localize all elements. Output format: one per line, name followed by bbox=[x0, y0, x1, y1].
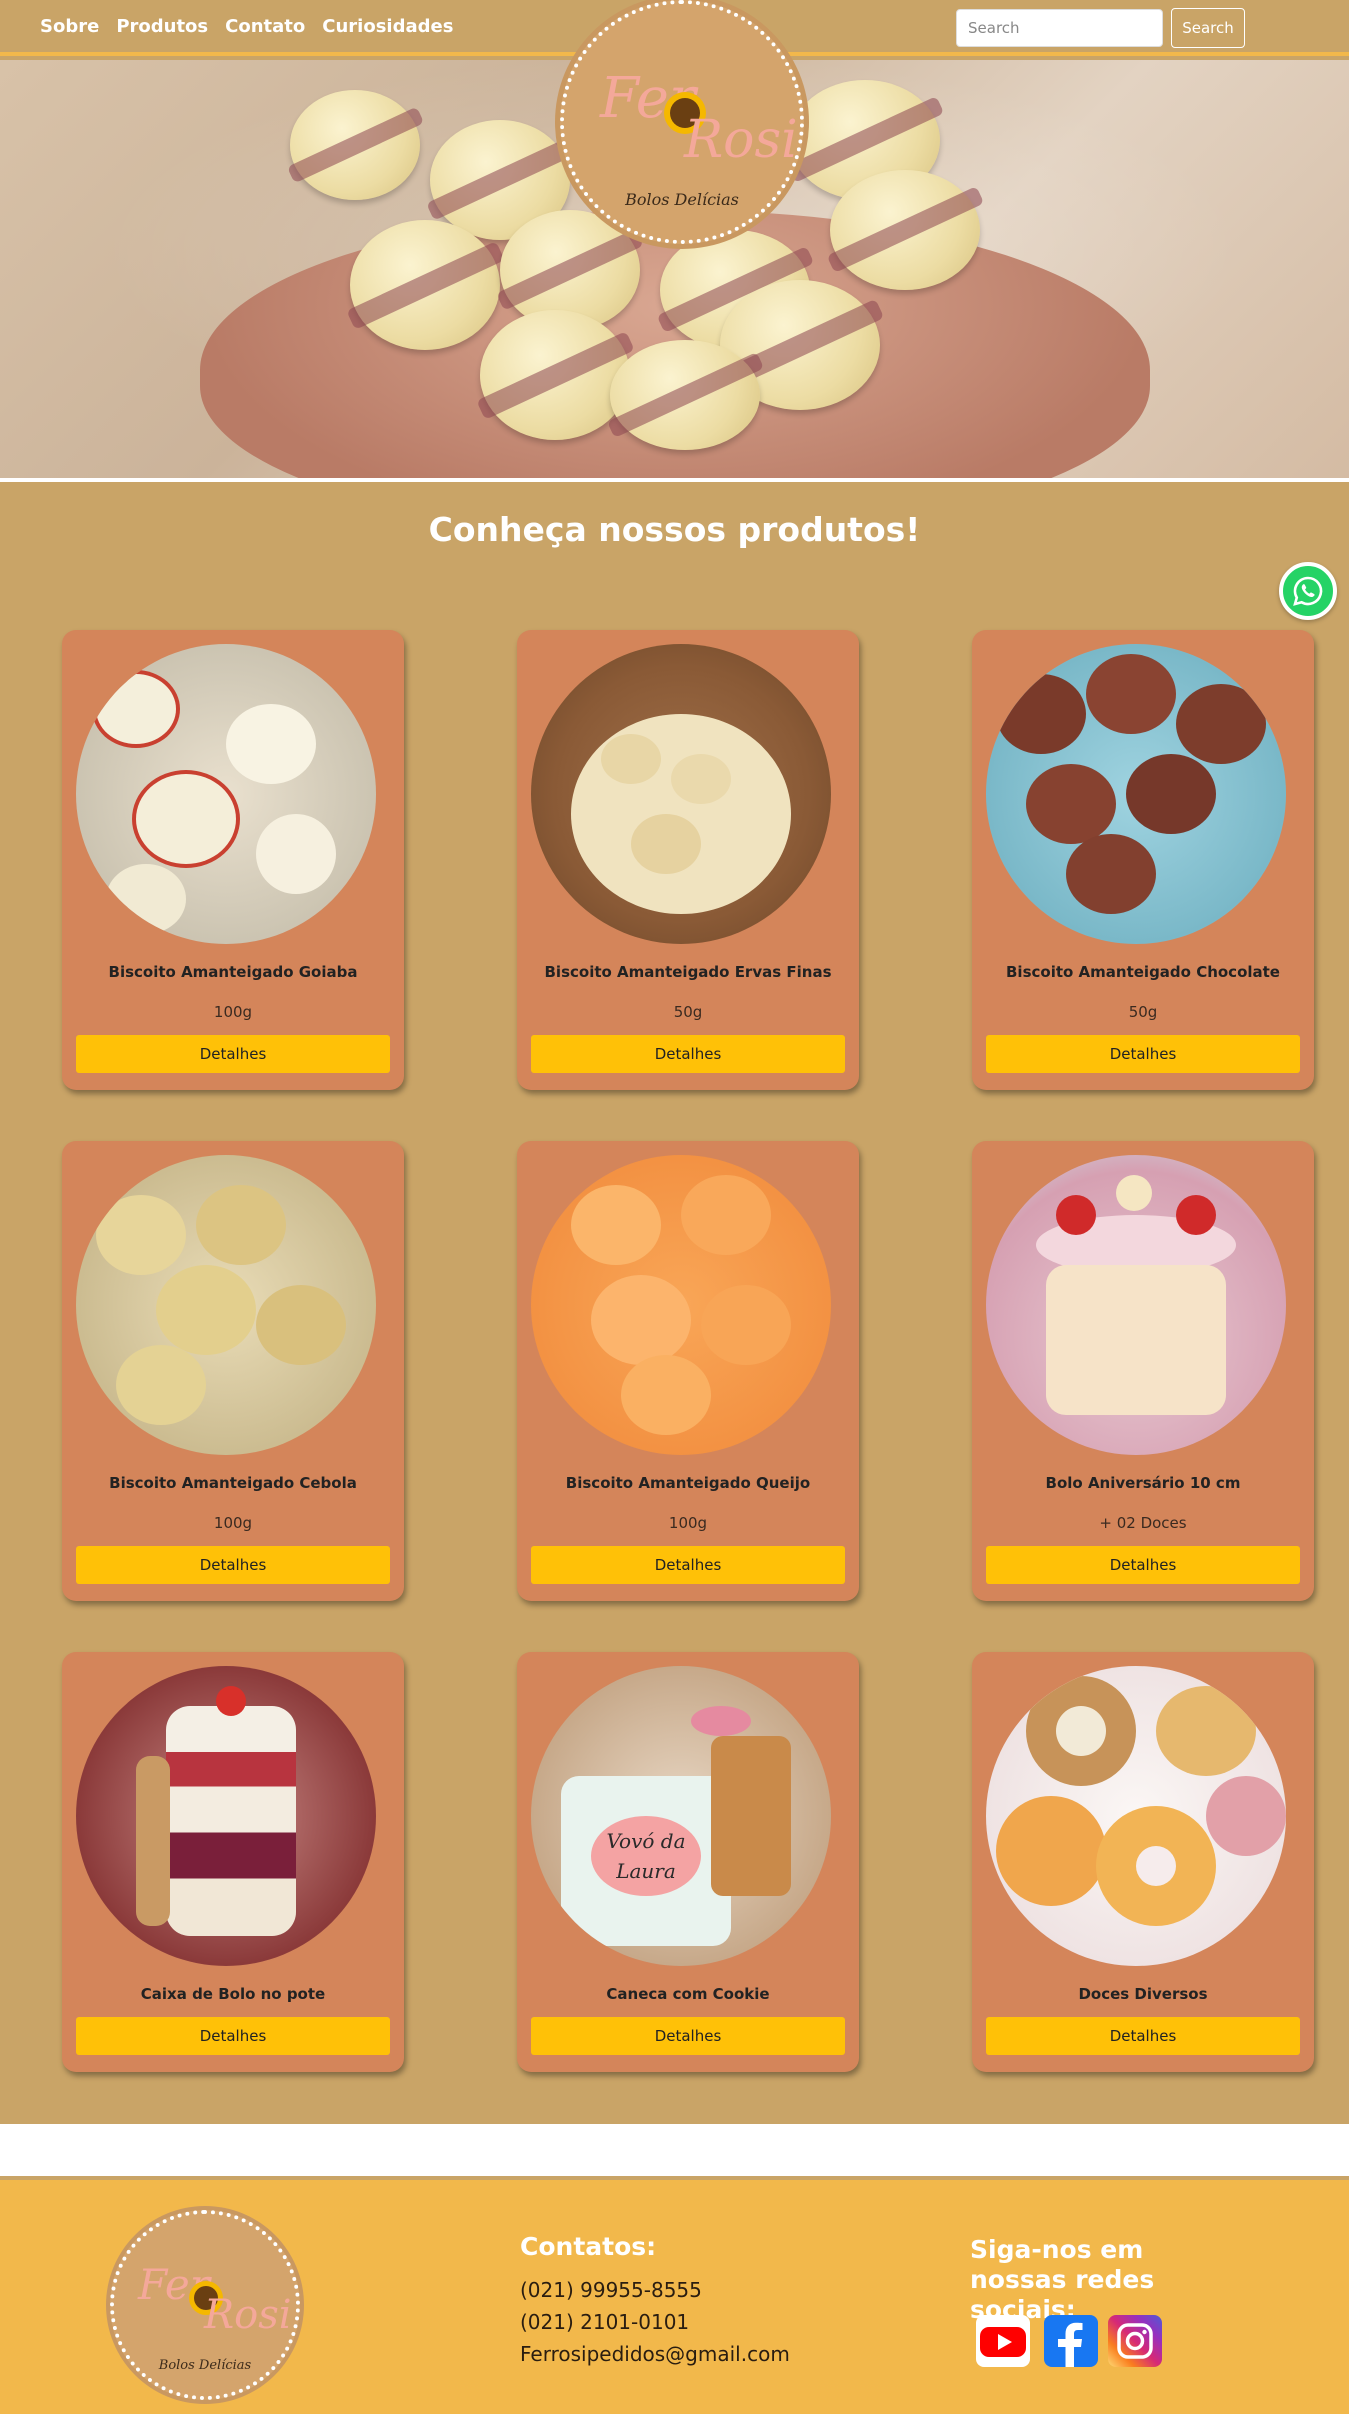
hero-divider bbox=[0, 478, 1349, 482]
product-image-doces[interactable] bbox=[986, 1666, 1286, 1966]
contact-email[interactable]: Ferrosipedidos@gmail.com bbox=[520, 2342, 790, 2366]
hero-cookie bbox=[350, 220, 500, 350]
section-divider bbox=[0, 2124, 1349, 2176]
social-title: Siga-nos em nossas redes sociais: bbox=[970, 2235, 1155, 2324]
search-button[interactable]: Search bbox=[1171, 8, 1245, 48]
logo-tagline: Bolos Delícias bbox=[158, 2358, 252, 2373]
details-button[interactable]: Detalhes bbox=[76, 1546, 390, 1584]
product-weight: 100g bbox=[668, 1514, 708, 1532]
details-button[interactable]: Detalhes bbox=[986, 1546, 1300, 1584]
product-weight: 50g bbox=[1128, 1003, 1158, 1021]
nav-links: Sobre Produtos Contato Curiosidades bbox=[40, 16, 453, 37]
hero-cookie bbox=[830, 170, 980, 290]
product-image-caneca[interactable]: Vovó da Laura bbox=[531, 1666, 831, 1966]
product-weight: 100g bbox=[213, 1514, 253, 1532]
product-name: Doces Diversos bbox=[1078, 1985, 1208, 2003]
product-image-chocolate[interactable] bbox=[986, 644, 1286, 944]
contact-phone-1[interactable]: (021) 99955-8555 bbox=[520, 2278, 702, 2302]
contact-phone-2[interactable]: (021) 2101-0101 bbox=[520, 2310, 689, 2334]
instagram-icon[interactable] bbox=[1108, 2315, 1162, 2367]
nav-link-contato[interactable]: Contato bbox=[225, 16, 305, 37]
footer-logo[interactable]: Fer Rosi Bolos Delícias bbox=[110, 2210, 300, 2400]
details-button[interactable]: Detalhes bbox=[986, 2017, 1300, 2055]
product-card: Biscoito Amanteigado Goiaba 100g Detalhe… bbox=[62, 630, 404, 1090]
product-name: Biscoito Amanteigado Ervas Finas bbox=[544, 963, 832, 981]
product-card: Biscoito Amanteigado Cebola 100g Detalhe… bbox=[62, 1141, 404, 1601]
product-card: Biscoito Amanteigado Chocolate 50g Detal… bbox=[972, 630, 1314, 1090]
product-name: Caixa de Bolo no pote bbox=[140, 1985, 326, 2003]
product-weight: 100g bbox=[213, 1003, 253, 1021]
product-name: Caneca com Cookie bbox=[606, 1985, 770, 2003]
logo-tagline: Bolos Delícias bbox=[625, 190, 739, 209]
logo-text-rosi: Rosi bbox=[684, 110, 798, 170]
contacts-title: Contatos: bbox=[520, 2232, 657, 2261]
product-image-bolo[interactable] bbox=[986, 1155, 1286, 1455]
product-weight: 50g bbox=[673, 1003, 703, 1021]
product-card: Vovó da Laura Caneca com Cookie Detalhes bbox=[517, 1652, 859, 2072]
product-weight: + 02 Doces bbox=[1099, 1514, 1187, 1532]
details-button[interactable]: Detalhes bbox=[531, 1035, 845, 1073]
mug-text: Vovó da Laura bbox=[591, 1816, 701, 1896]
facebook-icon[interactable] bbox=[1044, 2315, 1098, 2367]
whatsapp-button[interactable] bbox=[1279, 562, 1337, 620]
product-image-ervas[interactable] bbox=[531, 644, 831, 944]
youtube-icon[interactable] bbox=[976, 2315, 1030, 2367]
details-button[interactable]: Detalhes bbox=[986, 1035, 1300, 1073]
product-name: Biscoito Amanteigado Queijo bbox=[565, 1474, 811, 1492]
hero-cookie bbox=[480, 310, 630, 440]
details-button[interactable]: Detalhes bbox=[76, 1035, 390, 1073]
brand-logo[interactable]: Fer Rosi Bolos Delícias bbox=[560, 0, 804, 244]
product-name: Bolo Aniversário 10 cm bbox=[1045, 1474, 1241, 1492]
nav-link-sobre[interactable]: Sobre bbox=[40, 16, 99, 37]
hero-cookie bbox=[610, 340, 760, 450]
footer: Fer Rosi Bolos Delícias Contatos: (021) … bbox=[0, 2176, 1349, 2414]
product-name: Biscoito Amanteigado Cebola bbox=[109, 1474, 357, 1492]
nav-link-produtos[interactable]: Produtos bbox=[116, 16, 208, 37]
details-button[interactable]: Detalhes bbox=[76, 2017, 390, 2055]
nav-link-curiosidades[interactable]: Curiosidades bbox=[322, 16, 453, 37]
search-input[interactable] bbox=[956, 9, 1163, 47]
details-button[interactable]: Detalhes bbox=[531, 2017, 845, 2055]
product-image-goiaba[interactable] bbox=[76, 644, 376, 944]
product-name: Biscoito Amanteigado Goiaba bbox=[108, 963, 358, 981]
product-card: Biscoito Amanteigado Ervas Finas 50g Det… bbox=[517, 630, 859, 1090]
details-button[interactable]: Detalhes bbox=[531, 1546, 845, 1584]
product-image-pote[interactable] bbox=[76, 1666, 376, 1966]
product-card: Bolo Aniversário 10 cm + 02 Doces Detalh… bbox=[972, 1141, 1314, 1601]
product-name: Biscoito Amanteigado Chocolate bbox=[1006, 963, 1280, 981]
hero-cookie bbox=[290, 90, 420, 200]
product-image-cebola[interactable] bbox=[76, 1155, 376, 1455]
logo-text-rosi: Rosi bbox=[204, 2292, 292, 2338]
whatsapp-icon bbox=[1293, 576, 1323, 606]
product-card: Biscoito Amanteigado Queijo 100g Detalhe… bbox=[517, 1141, 859, 1601]
product-image-queijo[interactable] bbox=[531, 1155, 831, 1455]
product-card: Caixa de Bolo no pote Detalhes bbox=[62, 1652, 404, 2072]
section-title: Conheça nossos produtos! bbox=[428, 510, 921, 549]
product-card: Doces Diversos Detalhes bbox=[972, 1652, 1314, 2072]
